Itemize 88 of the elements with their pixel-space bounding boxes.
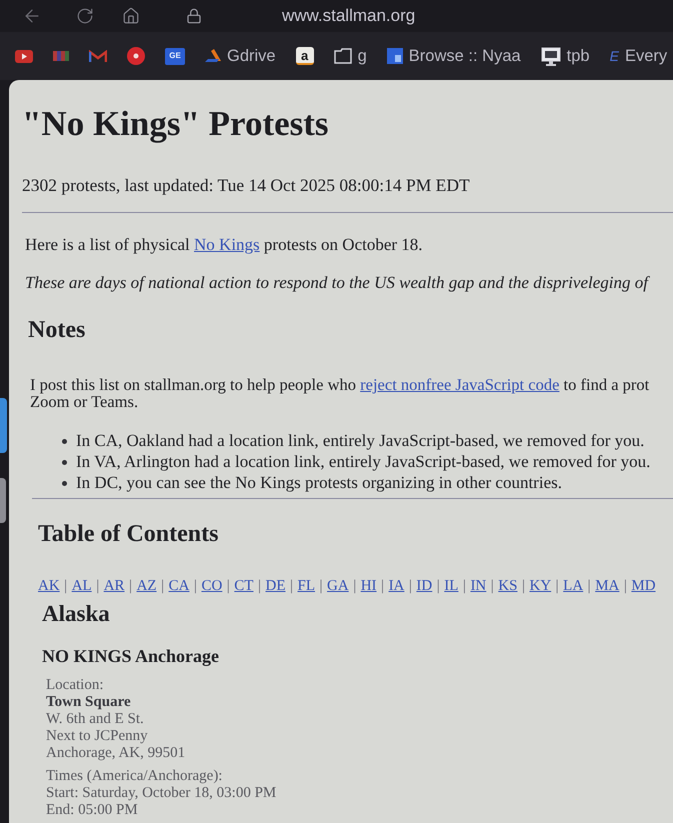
pipe-separator: | [161, 577, 164, 596]
state-link[interactable]: KY [529, 576, 552, 596]
address-line: Next to JCPenny [46, 728, 149, 745]
state-link[interactable]: IL [444, 576, 458, 596]
triangle-logo-icon [205, 49, 221, 63]
pipe-separator: | [96, 577, 100, 596]
bullet-icon [62, 460, 67, 464]
page-title: "No Kings" Protests [22, 104, 330, 144]
end-time-text: End: 05:00 PM [46, 802, 139, 819]
pipe-separator: | [320, 577, 323, 596]
note-item-text: In DC, you can see the No Kings protests organizing in other countries. [76, 474, 562, 492]
pipe-separator: | [381, 577, 384, 596]
pipe-separator: | [129, 577, 132, 596]
dock-tile [0, 478, 6, 523]
state-link[interactable]: AR [104, 576, 125, 596]
pipe-separator: | [64, 577, 68, 596]
play-button-icon [15, 50, 33, 62]
pipe-separator: | [436, 577, 440, 596]
update-status-text: 2302 protests, last updated: Tue 14 Oct 2025 08:00:14 PM EDT [22, 174, 471, 196]
state-link[interactable]: DE [265, 576, 286, 596]
home-icon[interactable] [122, 7, 140, 25]
tagline-text: These are days of national action to respond to the US wealth gap and the dispriveleging of [25, 273, 651, 293]
bookmark-button[interactable]: g [334, 48, 367, 64]
toc-heading: Table of Contents [38, 520, 220, 548]
note-item-text: In VA, Arlington had a location link, entirely JavaScript-based, we removed for you. [76, 453, 650, 471]
folder-icon [334, 48, 352, 64]
note-item-text: In CA, Oakland had a location link, entirely JavaScript-based, we removed for you. [76, 432, 644, 450]
pipe-separator: | [490, 577, 494, 596]
dock-tile [0, 398, 7, 453]
state-link[interactable]: CT [234, 576, 254, 596]
address-line: W. 6th and E St. [46, 711, 145, 728]
state-link[interactable]: AK [38, 576, 60, 596]
mail-icon [89, 50, 107, 62]
state-link[interactable]: AL [72, 576, 92, 596]
bookmark-button[interactable]: Gdrive [205, 48, 276, 64]
location-label: Location: [46, 677, 104, 694]
pipe-separator: | [258, 577, 261, 596]
pipe-separator: | [462, 577, 466, 596]
record-disc-icon [127, 47, 145, 65]
no-kings-link[interactable]: No Kings [194, 235, 260, 254]
venue-name: Town Square [46, 694, 132, 711]
state-link[interactable]: CA [168, 576, 190, 596]
bookmark-button[interactable]: tpb [540, 46, 590, 66]
bookmark-button[interactable]: a [296, 47, 314, 65]
state-link[interactable]: HI [360, 576, 377, 596]
address-line: Anchorage, AK, 99501 [46, 745, 186, 762]
javascript-link[interactable]: reject nonfree JavaScript code [360, 375, 560, 394]
state-link[interactable]: FL [298, 576, 316, 596]
monitor-icon [540, 46, 561, 66]
striped-bars-icon [53, 51, 69, 61]
state-heading: Alaska [42, 601, 111, 627]
state-link[interactable]: AZ [136, 576, 157, 596]
intro-paragraph: Here is a list of physical No Kings protests on October 18. [25, 235, 424, 255]
pipe-separator: | [556, 577, 559, 596]
reload-icon[interactable] [76, 7, 94, 25]
notes-paragraph: I post this list on stallman.org to help people who reject nonfree JavaScript code to find a prot Zoom or Teams. [30, 377, 650, 410]
pipe-separator: | [353, 577, 356, 596]
start-time-text: Start: Saturday, October 18, 03:00 PM [46, 785, 278, 802]
bookmark-button[interactable]: E Every [610, 48, 668, 64]
state-link[interactable]: IN [470, 576, 486, 596]
square-page-icon [386, 48, 403, 64]
bookmark-button[interactable]: Browse :: Nyaa [386, 48, 521, 64]
lock-icon[interactable] [186, 8, 202, 24]
bookmark-button[interactable] [127, 47, 145, 65]
bullet-icon [62, 480, 67, 486]
state-link[interactable]: CO [201, 576, 222, 596]
letter-logo: E [610, 49, 619, 63]
pipe-separator: | [290, 577, 293, 596]
bookmark-button[interactable] [15, 50, 33, 62]
state-link[interactable]: MD [631, 576, 656, 596]
state-link[interactable]: LA [563, 576, 584, 596]
pipe-separator: | [624, 577, 627, 596]
state-link[interactable]: IA [388, 576, 404, 596]
bullet-icon [62, 438, 67, 444]
state-link[interactable]: KS [498, 576, 518, 596]
pipe-separator: | [522, 577, 525, 596]
pipe-separator: | [226, 577, 230, 596]
state-link[interactable]: GA [327, 576, 349, 596]
pipe-separator: | [194, 577, 197, 596]
event-title: NO KINGS Anchorage [42, 645, 220, 667]
state-link[interactable]: MA [595, 576, 620, 596]
pipe-separator: | [408, 577, 412, 596]
pipe-separator: | [588, 577, 591, 596]
notes-heading: Notes [28, 316, 86, 344]
address-field[interactable]: www.stallman.org [282, 3, 416, 29]
state-link[interactable]: ID [416, 576, 432, 596]
bookmark-button[interactable]: GE [165, 48, 185, 64]
times-label: Times (America/Anchorage): [46, 768, 224, 785]
